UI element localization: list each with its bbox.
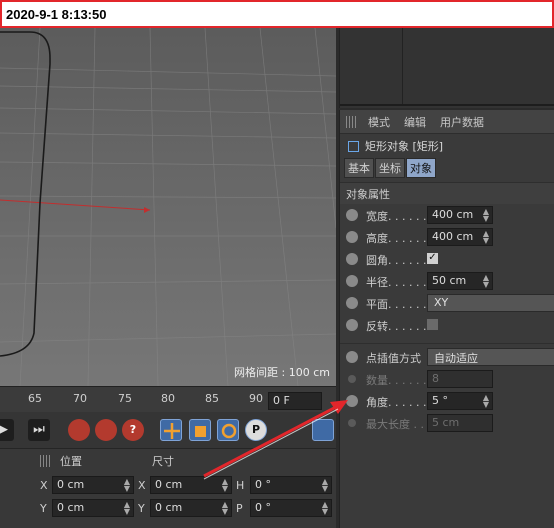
- timeline-ruler[interactable]: 65 70 75 80 85 90 0 F: [0, 386, 336, 412]
- attribute-manager: 模式 编辑 用户数据 矩形对象 [矩形] 基本 坐标 对象 对象属性 宽度. .…: [339, 110, 554, 528]
- coord-header-position: 位置: [60, 455, 82, 468]
- pos-y-input[interactable]: 0 cm ▲ ▼: [52, 499, 134, 517]
- radio-icon[interactable]: [346, 253, 358, 265]
- rounding-checkbox[interactable]: ✓: [427, 253, 438, 264]
- interp-select[interactable]: 自动适应: [427, 348, 554, 366]
- frame-input[interactable]: 0 F: [268, 392, 322, 410]
- attr-tabs: 基本 坐标 对象: [340, 158, 554, 178]
- tick-label: 85: [205, 392, 219, 405]
- radio-icon[interactable]: [346, 351, 358, 363]
- axis-label: H: [236, 479, 245, 492]
- radio-icon[interactable]: [346, 231, 358, 243]
- window-title: 2020-9-1 8:13:50: [0, 0, 554, 28]
- prop-label: 宽度. . . . . . .: [366, 210, 434, 223]
- grip-icon: [40, 455, 52, 467]
- transport-toolbar: ▶ ⏭ ? P: [0, 412, 336, 448]
- prop-label: 反转. . . . . . .: [366, 320, 434, 333]
- viewport-3d[interactable]: 网格间距 : 100 cm: [0, 28, 336, 386]
- object-square-icon: [348, 140, 359, 152]
- prop-angle: 角度. . . . . . . 5 ° ▲ ▼: [340, 390, 554, 412]
- max-length-input[interactable]: 5 cm: [427, 414, 493, 432]
- prop-label: 半径. . . . . . .: [366, 276, 434, 289]
- attr-menu-bar: 模式 编辑 用户数据: [340, 110, 554, 134]
- prop-label: 高度. . . . . . .: [366, 232, 434, 245]
- help-icon[interactable]: ?: [122, 419, 144, 441]
- axis-label: P: [236, 502, 243, 515]
- plane-select[interactable]: XY: [427, 294, 554, 312]
- width-input[interactable]: 400 cm ▲ ▼: [427, 206, 493, 224]
- scale-icon[interactable]: [189, 419, 211, 441]
- prop-number: 数量. . . . . . . 8: [340, 368, 554, 390]
- prop-label: 点插值方式: [366, 352, 421, 365]
- prop-plane: 平面. . . . . . . XY: [340, 292, 554, 314]
- prop-label: 最大长度 . .: [366, 418, 424, 431]
- object-manager-panel: [339, 28, 554, 108]
- prop-label: 平面. . . . . . .: [366, 298, 434, 311]
- prop-height: 高度. . . . . . . 400 cm ▲ ▼: [340, 226, 554, 248]
- autokey-icon[interactable]: [95, 419, 117, 441]
- prop-label: 圆角. . . . . . .: [366, 254, 434, 267]
- rot-h-input[interactable]: 0 ° ▲ ▼: [250, 476, 332, 494]
- axis-label: Y: [40, 502, 47, 515]
- prop-label: 角度. . . . . . .: [366, 396, 434, 409]
- render-icon[interactable]: [312, 419, 334, 441]
- pos-x-input[interactable]: 0 cm ▲ ▼: [52, 476, 134, 494]
- number-input[interactable]: 8: [427, 370, 493, 388]
- prop-reverse: 反转. . . . . . .: [340, 314, 554, 336]
- prop-width: 宽度. . . . . . . 400 cm ▲ ▼: [340, 204, 554, 226]
- size-x-input[interactable]: 0 cm ▲ ▼: [150, 476, 232, 494]
- radius-input[interactable]: 50 cm ▲ ▼: [427, 272, 493, 290]
- tab-basic[interactable]: 基本: [344, 158, 374, 178]
- radio-icon[interactable]: [346, 209, 358, 221]
- grid-spacing-label: 网格间距 : 100 cm: [234, 366, 330, 379]
- radio-icon[interactable]: [348, 375, 356, 383]
- prop-max-length: 最大长度 . . 5 cm: [340, 412, 554, 434]
- menu-user-data[interactable]: 用户数据: [440, 114, 484, 130]
- record-icon[interactable]: [68, 419, 90, 441]
- object-title-row: 矩形对象 [矩形]: [340, 134, 554, 158]
- axis-label: X: [138, 479, 146, 492]
- tick-label: 80: [161, 392, 175, 405]
- coord-header-size: 尺寸: [152, 455, 174, 468]
- menu-mode[interactable]: 模式: [368, 114, 390, 130]
- tab-object[interactable]: 对象: [406, 158, 436, 178]
- move-icon[interactable]: [160, 419, 182, 441]
- end-icon[interactable]: ⏭: [28, 419, 50, 441]
- play-icon[interactable]: ▶: [0, 419, 14, 441]
- tick-label: 90: [249, 392, 263, 405]
- section-title: 对象属性: [340, 182, 554, 204]
- prop-interp: 点插值方式 自动适应: [340, 346, 554, 368]
- object-title: 矩形对象 [矩形]: [365, 140, 444, 153]
- tick-label: 75: [118, 392, 132, 405]
- viewport-grid: [0, 28, 336, 386]
- axis-label: X: [40, 479, 48, 492]
- radio-icon[interactable]: [348, 419, 356, 427]
- tab-coord[interactable]: 坐标: [375, 158, 405, 178]
- radio-icon[interactable]: [346, 319, 358, 331]
- rot-p-input[interactable]: 0 ° ▲ ▼: [250, 499, 332, 517]
- size-y-input[interactable]: 0 cm ▲ ▼: [150, 499, 232, 517]
- axis-label: Y: [138, 502, 145, 515]
- tick-label: 65: [28, 392, 42, 405]
- radio-icon[interactable]: [346, 275, 358, 287]
- grip-icon: [346, 115, 358, 128]
- reverse-checkbox[interactable]: [427, 319, 438, 330]
- coordinate-manager: 位置 尺寸 X 0 cm ▲ ▼ X 0 cm ▲ ▼ H 0 ° ▲ ▼ Y 0 cm ▲ ▼…: [0, 448, 336, 528]
- radio-icon[interactable]: [346, 395, 358, 407]
- prop-rounding: 圆角. . . . . . . ✓: [340, 248, 554, 270]
- rotate-icon[interactable]: [217, 419, 239, 441]
- menu-edit[interactable]: 编辑: [404, 114, 426, 130]
- height-input[interactable]: 400 cm ▲ ▼: [427, 228, 493, 246]
- radio-icon[interactable]: [346, 297, 358, 309]
- angle-input[interactable]: 5 ° ▲ ▼: [427, 392, 493, 410]
- param-icon[interactable]: P: [245, 419, 267, 441]
- prop-radius: 半径. . . . . . . 50 cm ▲ ▼: [340, 270, 554, 292]
- tick-label: 70: [73, 392, 87, 405]
- prop-label: 数量. . . . . . .: [366, 374, 434, 387]
